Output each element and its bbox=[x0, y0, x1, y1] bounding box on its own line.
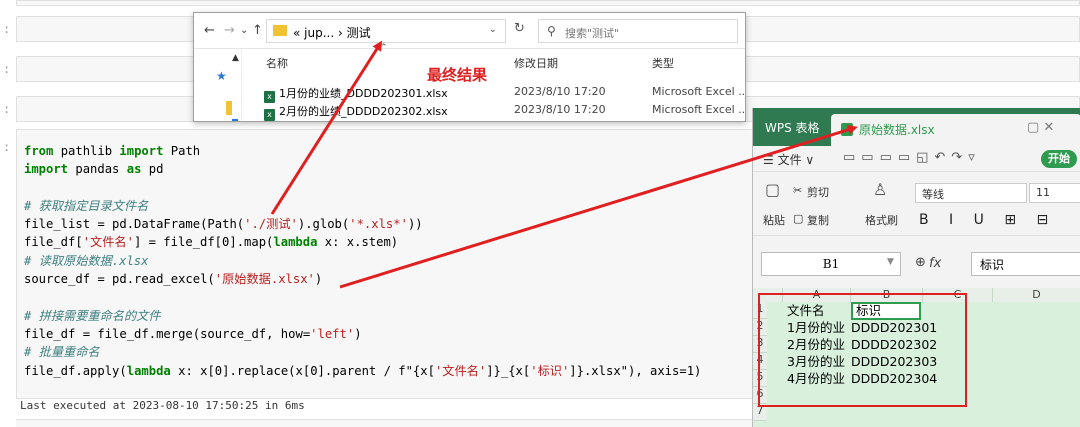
arrow-to-source-file bbox=[339, 124, 858, 289]
arrow-to-folder bbox=[270, 40, 383, 215]
annotation-arrows bbox=[270, 40, 858, 289]
